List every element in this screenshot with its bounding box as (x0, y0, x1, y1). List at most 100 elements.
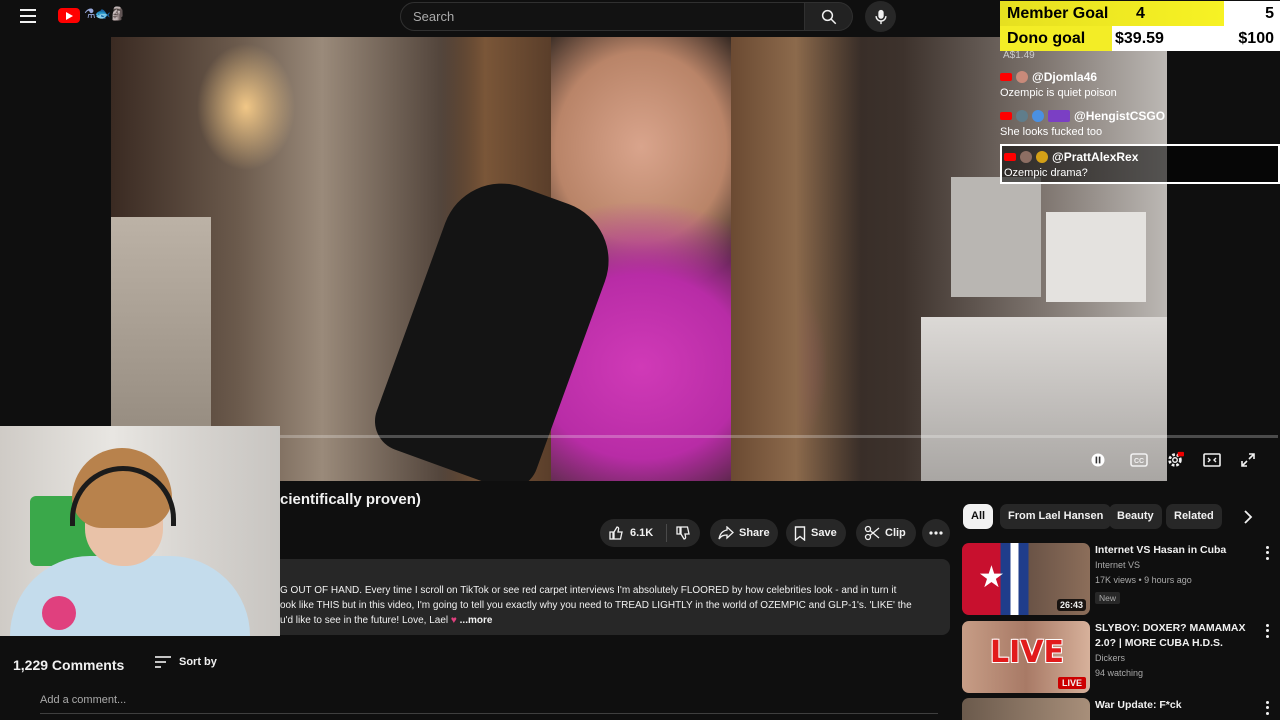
masthead: ⚗🐟🗿 (0, 0, 1000, 34)
avatar (1020, 151, 1032, 163)
save-button[interactable]: Save (786, 519, 846, 547)
sort-by-label: Sort by (179, 656, 217, 668)
chat-message-highlighted: @PrattAlexRex Ozempic drama? (1000, 144, 1280, 184)
video-thumbnail[interactable]: LIVE LIVE (962, 621, 1090, 693)
like-dislike-group: 6.1K (600, 519, 700, 547)
description-line: u'd like to see in the future! Love, Lae… (280, 615, 493, 626)
member-goal-current: 4 (1136, 5, 1145, 22)
search-input[interactable] (401, 3, 804, 30)
settings-button[interactable] (1163, 448, 1187, 472)
gear-icon (1168, 451, 1184, 467)
menu-icon[interactable] (20, 9, 36, 23)
sort-by-button[interactable]: Sort by (155, 656, 217, 668)
chip-beauty[interactable]: Beauty (1109, 504, 1162, 529)
svg-text:CC: CC (1134, 458, 1144, 465)
video-description[interactable]: G OUT OF HAND. Every time I scroll on Ti… (280, 559, 950, 635)
chip-from-channel[interactable]: From Lael Hansen (1000, 504, 1112, 529)
video-progress-bar[interactable] (280, 435, 1278, 438)
like-button[interactable]: 6.1K (600, 525, 666, 541)
share-icon (718, 526, 734, 540)
video-duration: 26:43 (1056, 599, 1086, 611)
heart-icon: ♥ (450, 615, 457, 626)
video-thumbnail[interactable]: ★ 26:43 (962, 543, 1090, 615)
chat-text: Ozempic drama? (1004, 167, 1088, 179)
fullscreen-button[interactable] (1236, 448, 1260, 472)
more-actions-button[interactable] (922, 519, 950, 547)
search-button[interactable] (805, 2, 853, 31)
video-microphone (366, 166, 626, 481)
more-options-icon[interactable] (1262, 700, 1272, 716)
member-goal-target: 5 (1265, 5, 1274, 22)
recommended-video[interactable]: ★ 26:43 Internet VS Hasan in Cuba Intern… (962, 543, 1272, 615)
member-goal: Member Goal 4 5 (1000, 1, 1280, 26)
member-badge-icon (1036, 151, 1048, 163)
pause-button[interactable] (1088, 448, 1108, 472)
new-badge: New (1095, 592, 1121, 604)
comments-count: 1,229 Comments (13, 657, 125, 673)
theater-mode-button[interactable] (1200, 448, 1224, 472)
chip-related[interactable]: Related (1166, 504, 1222, 529)
video-meta: 17K views • 9 hours ago (1095, 575, 1192, 585)
member-badge-icon (1032, 110, 1044, 122)
video-title[interactable]: SLYBOY: DOXER? MAMAMAX 2.0? | MORE CUBA … (1095, 621, 1255, 651)
thumbs-up-icon (609, 526, 623, 540)
chat-username: @Djomla46 (1032, 70, 1098, 84)
emote-icon (1048, 110, 1070, 122)
youtube-logo-icon[interactable] (58, 8, 80, 23)
search-icon (821, 9, 836, 24)
channel-name[interactable]: Dickers (1095, 651, 1255, 666)
avatar (1016, 71, 1028, 83)
chat-username: @HengistCSGO (1074, 109, 1166, 123)
youtube-badge-icon (1000, 112, 1012, 120)
youtube-badge-icon (1004, 153, 1016, 161)
recommended-video[interactable]: LIVE LIVE SLYBOY: DOXER? MAMAMAX 2.0? | … (962, 621, 1272, 693)
video-thumbnail[interactable] (962, 698, 1090, 720)
sort-icon (155, 656, 171, 668)
video-title[interactable]: Internet VS Hasan in Cuba (1095, 543, 1255, 558)
live-chat-overlay: A$1.49 @Djomla46 Ozempic is quiet poison… (1000, 48, 1280, 188)
avatar (1016, 110, 1028, 122)
thumbs-down-icon (676, 526, 690, 540)
chevron-right-icon (1244, 510, 1253, 524)
chat-text: Ozempic is quiet poison (1000, 87, 1117, 99)
chat-message: @HengistCSGO She looks fucked too (1000, 108, 1280, 138)
donation-amount: A$1.49 (1003, 50, 1035, 61)
chips-next-button[interactable] (1238, 507, 1258, 527)
channel-name[interactable]: Internet VS (1095, 558, 1255, 573)
like-count: 6.1K (630, 527, 654, 539)
video-meta: 94 watching (1095, 668, 1144, 678)
streamer-webcam (0, 426, 280, 636)
chat-text: She looks fucked too (1000, 126, 1103, 138)
theater-icon (1203, 453, 1221, 467)
recommended-video[interactable]: War Update: F*ck (962, 698, 1272, 720)
clip-label: Clip (885, 527, 906, 539)
microphone-icon (874, 9, 887, 24)
clip-button[interactable]: Clip (856, 519, 916, 547)
captions-button[interactable]: CC (1127, 448, 1151, 472)
chip-all[interactable]: All (963, 504, 994, 529)
share-button[interactable]: Share (710, 519, 778, 547)
video-play-button-plaque (951, 177, 1041, 297)
member-goal-label: Member Goal (1000, 1, 1224, 26)
bookmark-icon (794, 525, 806, 541)
description-line: G OUT OF HAND. Every time I scroll on Ti… (280, 585, 897, 596)
exit-fullscreen-icon (1241, 453, 1255, 467)
show-more-link[interactable]: ...more (460, 615, 493, 626)
stream-goals-overlay: Member Goal 4 5 Dono goal $39.59 $100 (1000, 0, 1280, 51)
chat-username: @PrattAlexRex (1052, 150, 1139, 164)
star-icon: ★ (978, 561, 1005, 594)
captions-icon: CC (1130, 453, 1148, 467)
save-label: Save (811, 527, 837, 539)
description-line: ook like THIS but in this video, I'm goi… (280, 600, 912, 611)
video-title[interactable]: War Update: F*ck (1095, 698, 1255, 713)
search-field[interactable] (400, 2, 805, 31)
more-options-icon[interactable] (1262, 623, 1272, 639)
add-comment-input[interactable]: Add a comment... (40, 694, 938, 714)
pause-icon (1091, 453, 1105, 467)
youtube-badge-icon (1000, 73, 1012, 81)
channel-emoji-icons: ⚗🐟🗿 (84, 6, 126, 21)
more-options-icon[interactable] (1262, 545, 1272, 561)
dislike-button[interactable] (667, 525, 699, 541)
voice-search-button[interactable] (865, 1, 896, 32)
live-badge: LIVE (1057, 677, 1086, 689)
